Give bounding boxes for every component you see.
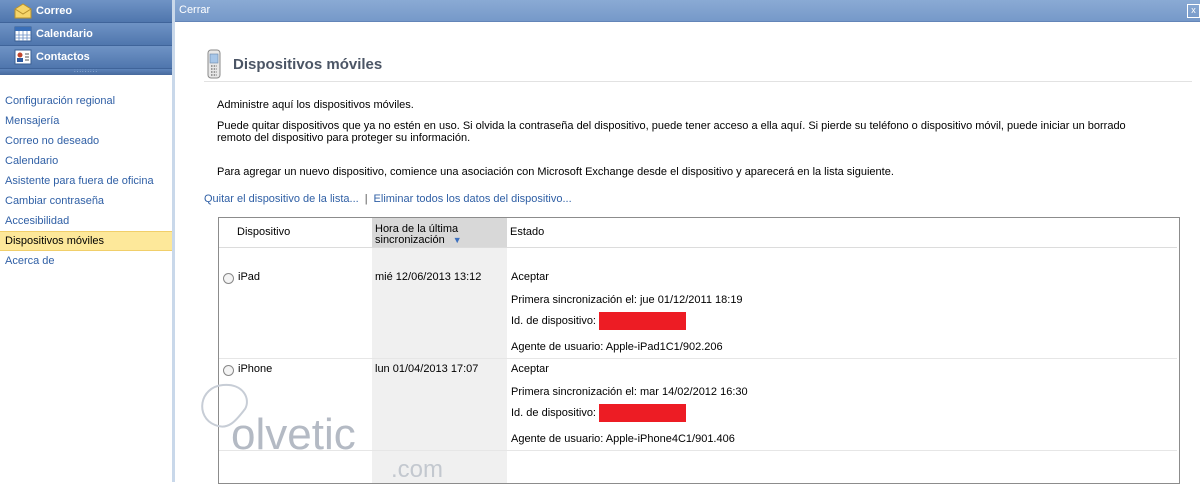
calendar-icon	[14, 26, 32, 42]
redacted-device-id	[599, 312, 686, 330]
description-text: Puede quitar dispositivos que ya no esté…	[217, 120, 1126, 144]
options-item[interactable]: Configuración regional	[0, 91, 172, 111]
top-bar: Cerrar x	[175, 0, 1200, 22]
sort-descending-icon: ▼	[452, 235, 462, 245]
nav-calendar-label: Calendario	[36, 28, 93, 40]
close-link[interactable]: Cerrar	[179, 0, 210, 21]
close-icon[interactable]: x	[1187, 4, 1200, 18]
main-content: Dispositivos móviles Administre aquí los…	[175, 22, 1200, 484]
column-header-status[interactable]: Estado	[507, 218, 1177, 248]
options-item[interactable]: Asistente para fuera de oficina	[0, 171, 172, 191]
options-item[interactable]: Cambiar contraseña	[0, 191, 172, 211]
device-name: iPad	[238, 271, 261, 283]
options-item[interactable]: Calendario	[0, 151, 172, 171]
last-sync-time: lun 01/04/2013 17:07	[375, 363, 479, 375]
left-navigation-pane: Correo Calendario Contactos ::::::::: Co…	[0, 0, 173, 482]
options-item[interactable]: Correo no deseado	[0, 131, 172, 151]
user-agent-text: Agente de usuario: Apple-iPad1C1/902.206	[511, 341, 723, 353]
nav-calendar-button[interactable]: Calendario	[0, 23, 172, 46]
device-select-radio[interactable]	[223, 365, 234, 376]
device-id-row: Id. de dispositivo:	[511, 312, 686, 330]
nav-contacts-label: Contactos	[36, 51, 90, 63]
options-item[interactable]: Accesibilidad	[0, 211, 172, 231]
first-sync-text: Primera sincronización el: jue 01/12/201…	[511, 294, 743, 306]
user-agent-text: Agente de usuario: Apple-iPhone4C1/901.4…	[511, 433, 735, 445]
table-row[interactable]: iPad mié 12/06/2013 13:12 Aceptar Primera s…	[219, 266, 1177, 359]
last-sync-time: mié 12/06/2013 13:12	[375, 271, 482, 283]
intro-text: Administre aquí los dispositivos móviles…	[217, 99, 414, 111]
solvetic-watermark: olvetic .com	[201, 383, 443, 483]
action-links: Quitar el dispositivo de la lista... | Eli…	[204, 193, 572, 205]
page-title: Dispositivos móviles	[233, 56, 383, 73]
device-id-label: Id. de dispositivo:	[511, 314, 596, 327]
mobile-phone-icon	[207, 49, 221, 79]
options-list: Configuración regional Mensajería Correo n…	[0, 75, 172, 271]
first-sync-text: Primera sincronización el: mar 14/02/201…	[511, 386, 748, 398]
envelope-icon	[14, 3, 32, 19]
column-header-last-sync[interactable]: Hora de la última sincronización ▼	[372, 218, 507, 248]
device-status: Aceptar	[511, 271, 549, 283]
options-item[interactable]: Mensajería	[0, 111, 172, 131]
title-divider	[204, 81, 1192, 82]
device-name: iPhone	[238, 363, 273, 375]
add-device-text: Para agregar un nuevo dispositivo, comie…	[217, 166, 894, 178]
column-header-device[interactable]: Dispositivo	[219, 218, 372, 248]
last-sync-header-line2: sincronización	[375, 234, 445, 246]
nav-mail-button[interactable]: Correo	[0, 0, 172, 23]
nav-contacts-button[interactable]: Contactos	[0, 46, 172, 69]
watermark-suffix: .com	[391, 456, 443, 483]
device-status: Aceptar	[511, 363, 549, 375]
redacted-device-id	[599, 404, 686, 422]
device-id-label: Id. de dispositivo:	[511, 406, 596, 419]
wipe-device-link[interactable]: Eliminar todos los datos del dispositivo…	[374, 193, 572, 205]
options-item[interactable]: Dispositivos móviles	[0, 231, 172, 251]
nav-mail-label: Correo	[36, 5, 73, 17]
remove-device-link[interactable]: Quitar el dispositivo de la lista...	[204, 193, 359, 205]
link-separator: |	[364, 193, 368, 205]
device-select-radio[interactable]	[223, 273, 234, 284]
contacts-icon	[14, 49, 32, 65]
device-id-row: Id. de dispositivo:	[511, 404, 686, 422]
watermark-brand: olvetic	[231, 410, 356, 459]
options-item[interactable]: Acerca de	[0, 251, 172, 271]
